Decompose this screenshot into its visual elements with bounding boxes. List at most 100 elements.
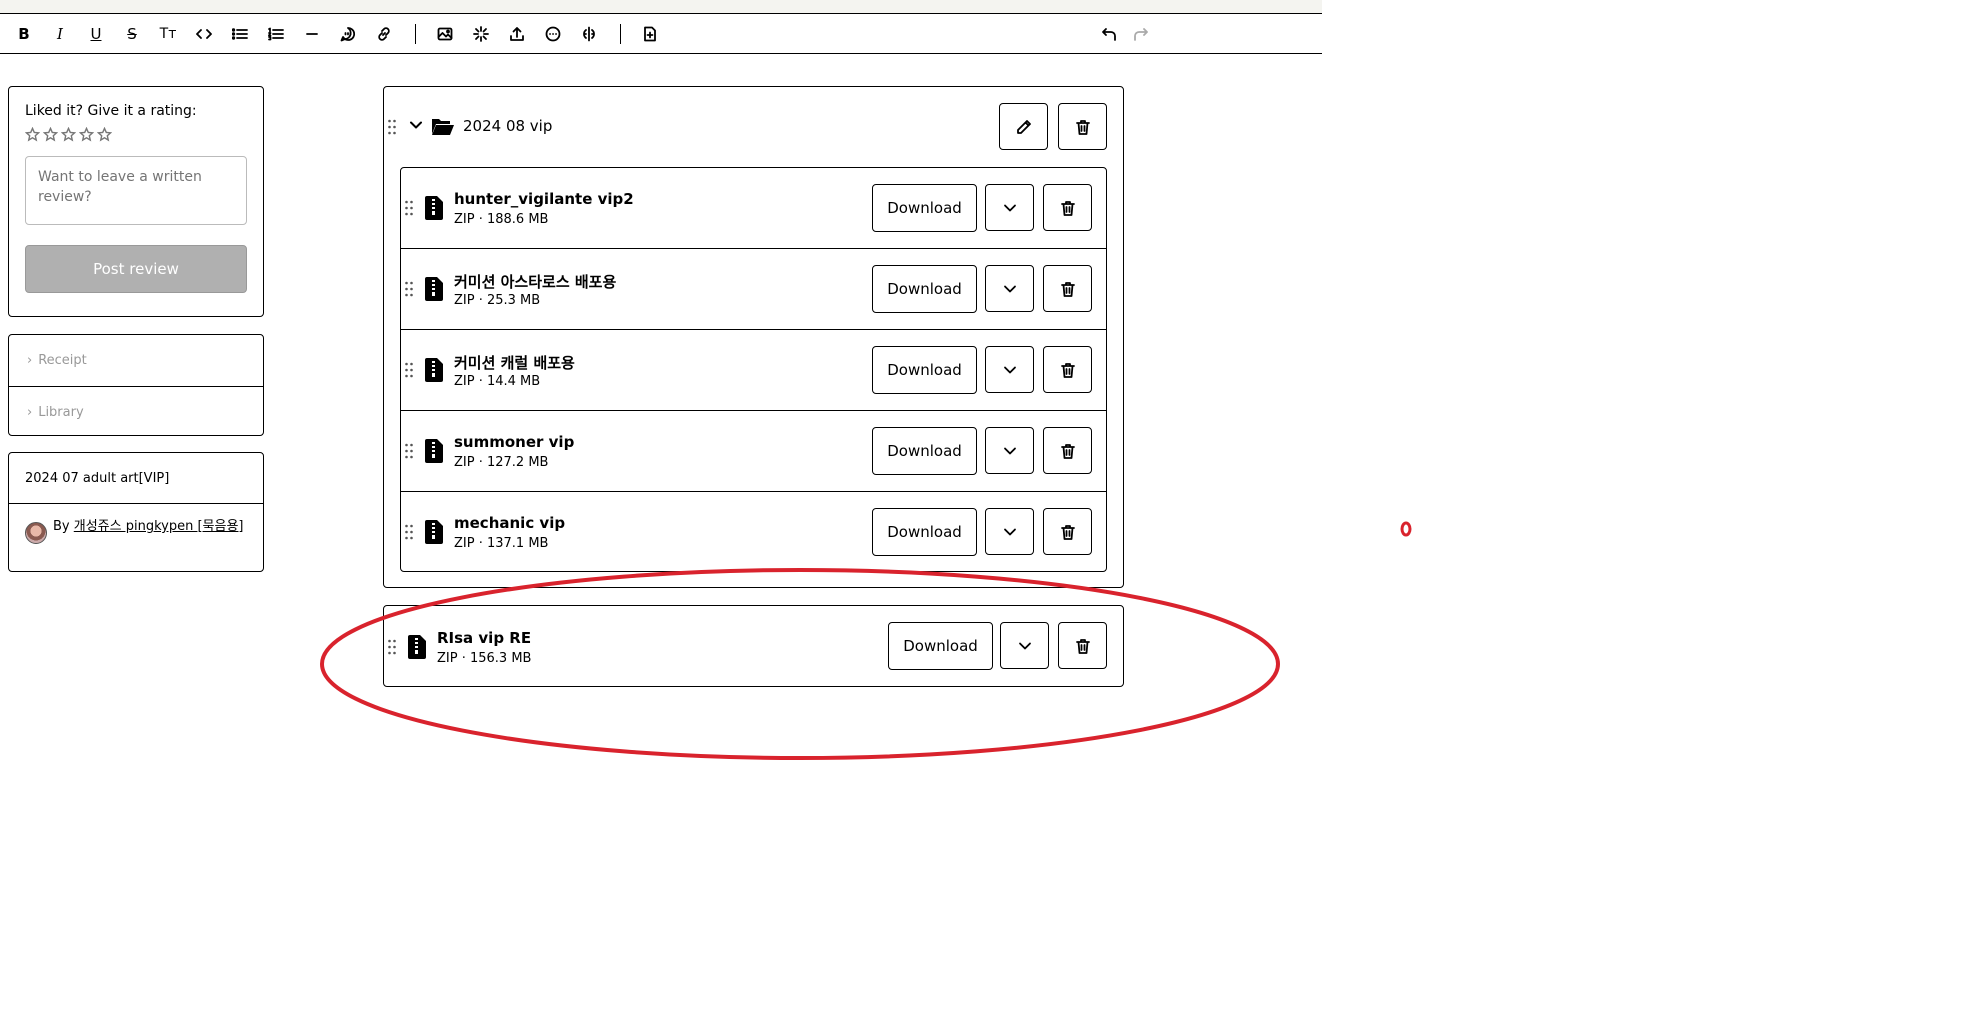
expand-file-button[interactable] (985, 427, 1034, 474)
drag-handle-icon[interactable] (387, 119, 397, 135)
code-button[interactable] (192, 22, 216, 46)
star-icon[interactable] (96, 126, 113, 142)
strikethrough-button[interactable]: S (120, 22, 144, 46)
drag-handle-icon[interactable] (404, 443, 414, 459)
numbered-list-button[interactable] (264, 22, 288, 46)
author-link[interactable]: 개성쥬스 pingkypen [묵음용] (74, 519, 244, 534)
file-meta: ZIP · 127.2 MB (454, 455, 549, 470)
italic-button[interactable]: I (48, 22, 72, 46)
chevron-down-icon (1003, 447, 1016, 454)
rating-label: Liked it? Give it a rating: (25, 103, 197, 119)
download-button[interactable]: Download (872, 184, 977, 232)
trash-icon (1060, 362, 1075, 378)
review-textarea[interactable] (25, 156, 247, 225)
quote-button[interactable] (336, 22, 360, 46)
upload-button[interactable] (505, 22, 529, 46)
drag-handle-icon[interactable] (404, 524, 414, 540)
drag-handle-icon[interactable] (404, 281, 414, 297)
delete-folder-button[interactable] (1058, 103, 1107, 150)
avatar (25, 522, 47, 544)
trash-icon (1060, 524, 1075, 540)
link-button[interactable] (372, 22, 396, 46)
chevron-down-icon (1003, 528, 1016, 535)
audio-icon (583, 26, 595, 42)
file-row: hunter_vigilante vip2 ZIP · 188.6 MB Dow… (401, 168, 1106, 249)
file-name: 커미션 아스타로스 배포용 (454, 273, 617, 291)
post-review-button[interactable]: Post review (25, 245, 247, 293)
edit-folder-button[interactable] (999, 103, 1048, 150)
zip-file-icon (425, 439, 443, 463)
folder-header: 2024 08 vip (384, 87, 1123, 167)
star-icon[interactable] (24, 126, 41, 142)
more-circle-icon (545, 26, 561, 42)
speech-bubble-icon (340, 27, 356, 42)
folder-file-list: hunter_vigilante vip2 ZIP · 188.6 MB Dow… (400, 167, 1107, 572)
expand-file-button[interactable] (985, 508, 1034, 555)
zip-file-icon (425, 358, 443, 382)
horizontal-rule-button[interactable] (300, 22, 324, 46)
sparkle-button[interactable] (469, 22, 493, 46)
toolbar-separator (620, 24, 621, 44)
accordion-label: Receipt (38, 353, 87, 368)
link-icon (378, 27, 390, 41)
horizontal-rule-icon (306, 33, 318, 35)
expand-file-button[interactable] (985, 346, 1034, 393)
folder-name: 2024 08 vip (463, 117, 553, 135)
delete-file-button[interactable] (1043, 508, 1092, 555)
star-rating[interactable] (24, 126, 247, 142)
image-icon (437, 27, 453, 41)
star-icon[interactable] (60, 126, 77, 142)
zip-file-icon (425, 196, 443, 220)
embed-button[interactable] (541, 22, 565, 46)
image-button[interactable] (433, 22, 457, 46)
file-name: 커미션 캐럴 배포용 (454, 354, 575, 372)
chevron-down-icon (1003, 285, 1016, 292)
audio-button[interactable] (577, 22, 601, 46)
expand-file-button[interactable] (985, 265, 1034, 312)
bold-button[interactable]: B (12, 22, 36, 46)
star-icon[interactable] (78, 126, 95, 142)
download-button[interactable]: Download (872, 265, 977, 313)
star-icon[interactable] (42, 126, 59, 142)
download-button[interactable]: Download (872, 427, 977, 475)
delete-file-button[interactable] (1043, 265, 1092, 312)
undo-button[interactable] (1097, 22, 1121, 46)
download-button[interactable]: Download (872, 346, 977, 394)
upload-icon (510, 27, 524, 41)
delete-file-button[interactable] (1043, 346, 1092, 393)
sparkle-icon (473, 26, 489, 42)
underline-button[interactable]: U (84, 22, 108, 46)
file-name: mechanic vip (454, 514, 566, 532)
folder-card: 2024 08 vip hunter_vigilante vip2 ZIP · … (383, 86, 1124, 588)
chevron-down-icon[interactable] (408, 117, 424, 133)
trash-icon (1060, 281, 1075, 297)
download-button[interactable]: Download (872, 508, 977, 556)
delete-file-button[interactable] (1043, 184, 1092, 231)
file-row: 커미션 아스타로스 배포용 ZIP · 25.3 MB Download (401, 249, 1106, 330)
chevron-right-icon: › (27, 404, 33, 420)
accordion-item-library[interactable]: › Library (9, 386, 263, 437)
file-meta: ZIP · 188.6 MB (454, 212, 549, 227)
editor-toolbar: B I U S Tт (0, 14, 1322, 54)
redo-icon (1134, 28, 1148, 41)
product-info-card: 2024 07 adult art[VIP] By 개성쥬스 pingkypen… (8, 452, 264, 572)
redo-button[interactable] (1129, 22, 1153, 46)
chevron-right-icon: › (27, 353, 33, 368)
undo-icon (1102, 28, 1116, 41)
pencil-icon (1016, 119, 1031, 134)
author-line: By 개성쥬스 pingkypen [묵음용] (9, 504, 263, 544)
top-strip (0, 0, 1322, 14)
delete-file-button[interactable] (1043, 427, 1092, 474)
zip-file-icon (425, 520, 443, 544)
expand-file-button[interactable] (985, 184, 1034, 231)
drag-handle-icon[interactable] (404, 200, 414, 216)
file-name: hunter_vigilante vip2 (454, 190, 634, 208)
rating-card: Liked it? Give it a rating: Post review (8, 86, 264, 317)
insert-file-button[interactable] (638, 22, 662, 46)
accordion-item-receipt[interactable]: › Receipt (9, 335, 263, 386)
author-text: By 개성쥬스 pingkypen [묵음용] (53, 518, 244, 536)
drag-handle-icon[interactable] (404, 362, 414, 378)
text-size-button[interactable]: Tт (156, 22, 180, 46)
trash-icon (1075, 119, 1090, 135)
bullet-list-button[interactable] (228, 22, 252, 46)
